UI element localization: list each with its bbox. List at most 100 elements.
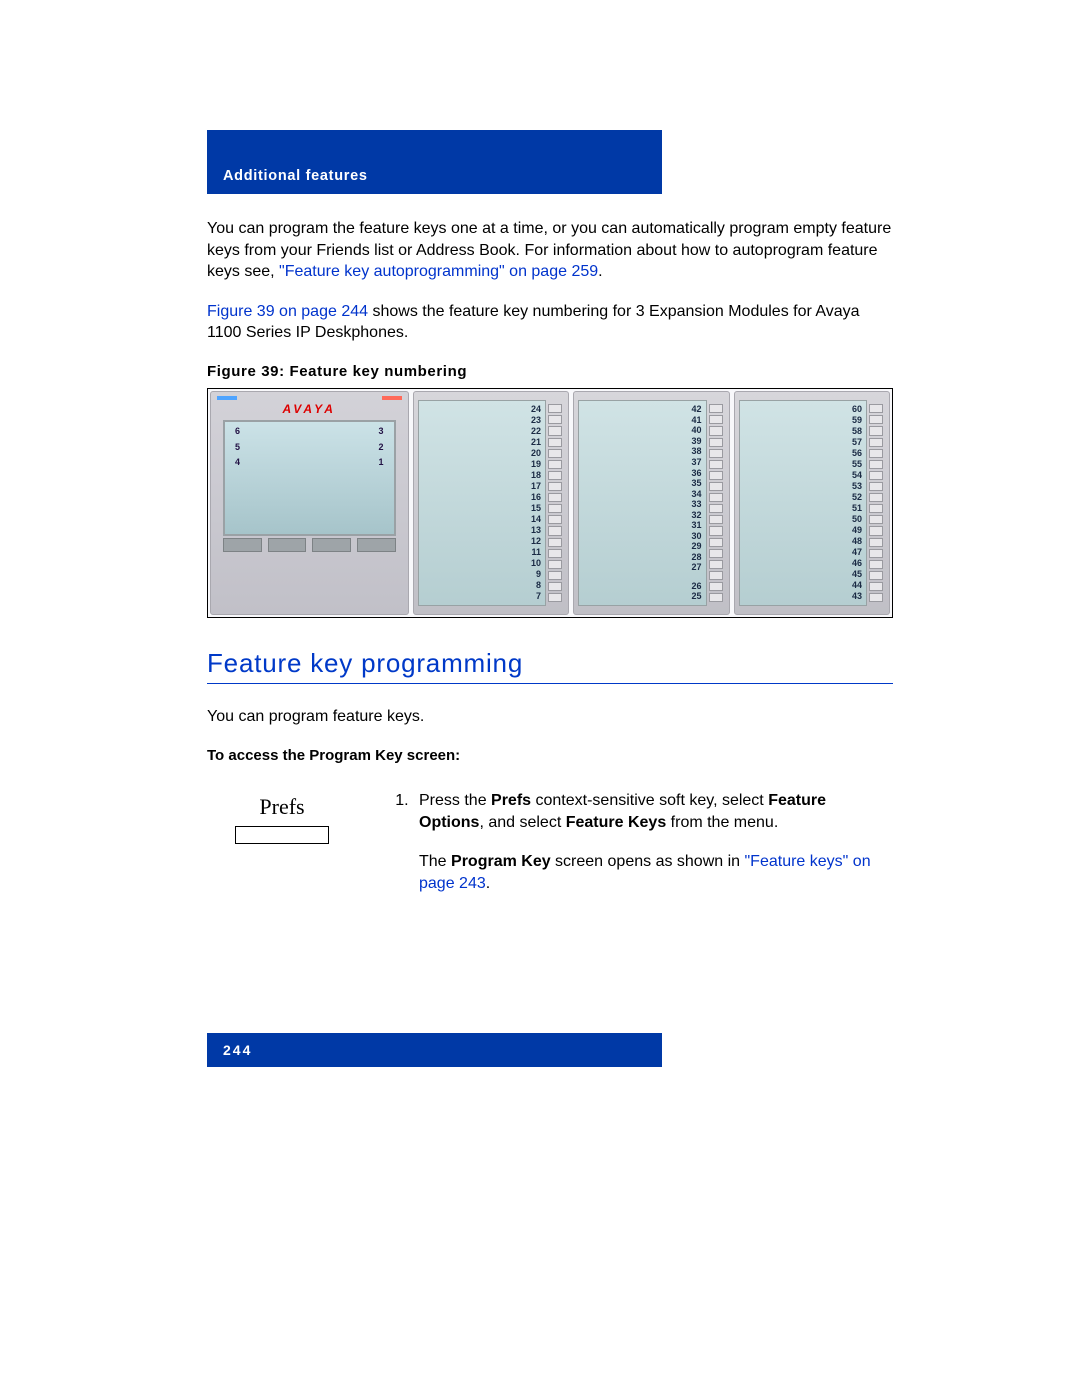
text: screen opens as shown in <box>551 853 745 870</box>
module-key-button <box>709 515 723 524</box>
key-num: 56 <box>852 449 862 458</box>
module-key-button <box>709 404 723 413</box>
key-num: 54 <box>852 471 862 480</box>
footer-bar: 244 <box>207 1033 662 1067</box>
text: The <box>419 853 451 870</box>
module-numbers: 424140393837363534333231302928272625 <box>691 405 701 601</box>
key-num: 5 <box>235 440 240 455</box>
key-num: 41 <box>691 416 701 425</box>
key-num: 21 <box>531 438 541 447</box>
phone-unit: AVAYA 6 5 4 3 2 1 <box>210 391 409 615</box>
module-key-button <box>709 482 723 491</box>
module-key-button <box>548 415 562 424</box>
module-key-button <box>709 504 723 513</box>
key-num: 52 <box>852 493 862 502</box>
module-numbers: 605958575655545352515049484746454443 <box>852 405 862 601</box>
module-key-button <box>869 482 883 491</box>
key-num: 14 <box>531 515 541 524</box>
key-num: 35 <box>691 479 701 488</box>
intro-paragraph-2: Figure 39 on page 244 shows the feature … <box>207 301 893 344</box>
key-num: 18 <box>531 471 541 480</box>
module-strip: 424140393837363534333231302928272625 <box>578 400 707 606</box>
key-num: 60 <box>852 405 862 414</box>
key-num: 51 <box>852 504 862 513</box>
phone-line-numbers: 6 5 4 3 2 1 <box>235 424 384 470</box>
key-num: 42 <box>691 405 701 414</box>
key-num: 55 <box>852 460 862 469</box>
key-num: 6 <box>235 424 240 439</box>
module-key-button <box>869 571 883 580</box>
key-num: 58 <box>852 427 862 436</box>
module-key-button <box>548 515 562 524</box>
module-key-button <box>548 571 562 580</box>
key-num: 16 <box>531 493 541 502</box>
module-key-button <box>709 538 723 547</box>
key-num: 2 <box>378 440 383 455</box>
module-key-button <box>869 415 883 424</box>
key-num: 7 <box>531 592 541 601</box>
step-row: Prefs Press the Prefs context-sensitive … <box>207 790 893 912</box>
key-num: 31 <box>691 521 701 530</box>
prefs-label: Prefs <box>207 792 357 822</box>
key-num: 24 <box>531 405 541 414</box>
module-key-button <box>548 593 562 602</box>
module-key-button <box>869 582 883 591</box>
key-num: 20 <box>531 449 541 458</box>
module-key-button <box>548 504 562 513</box>
module-key-button <box>869 438 883 447</box>
key-num: 37 <box>691 458 701 467</box>
module-key-button <box>709 493 723 502</box>
module-key-button <box>709 526 723 535</box>
key-num: 30 <box>691 532 701 541</box>
module-key-button <box>548 460 562 469</box>
document-page: Additional features You can program the … <box>195 0 905 1227</box>
module-key-button <box>869 493 883 502</box>
key-num: 36 <box>691 469 701 478</box>
key-num: 45 <box>852 570 862 579</box>
module-key-button <box>869 515 883 524</box>
section-subhead: To access the Program Key screen: <box>207 746 893 766</box>
module-key-button <box>869 449 883 458</box>
link-autoprogramming[interactable]: "Feature key autoprogramming" on page 25… <box>279 263 598 280</box>
header-bar: Additional features <box>207 130 662 194</box>
module-key-button <box>548 404 562 413</box>
intro-paragraph-1: You can program the feature keys one at … <box>207 218 893 283</box>
key-num: 13 <box>531 526 541 535</box>
module-key-button <box>709 471 723 480</box>
module-keys <box>707 400 725 606</box>
softkey-button-icon <box>235 826 329 844</box>
key-num: 39 <box>691 437 701 446</box>
module-numbers: 242322212019181716151413121110987 <box>531 405 541 601</box>
text: . <box>486 875 490 892</box>
module-key-button <box>869 504 883 513</box>
phone-tab-right <box>382 396 402 400</box>
module-key-button <box>548 471 562 480</box>
module-key-button <box>709 460 723 469</box>
text: context-sensitive soft key, select <box>531 792 768 809</box>
link-figure-ref[interactable]: Figure 39 on page 244 <box>207 303 368 320</box>
module-key-button <box>869 404 883 413</box>
key-num: 10 <box>531 559 541 568</box>
module-key-button <box>869 471 883 480</box>
module-keys <box>546 400 564 606</box>
key-num: 48 <box>852 537 862 546</box>
phone-tab-left <box>217 396 237 400</box>
text: , and select <box>479 814 565 831</box>
key-num: 22 <box>531 427 541 436</box>
phone-brand: AVAYA <box>211 401 408 417</box>
key-num: 43 <box>852 592 862 601</box>
ui-term: Prefs <box>491 792 531 809</box>
key-num: 17 <box>531 482 541 491</box>
key-num: 44 <box>852 581 862 590</box>
key-num: 33 <box>691 500 701 509</box>
page-body: You can program the feature keys one at … <box>195 194 905 913</box>
prefs-softkey-illustration: Prefs <box>207 790 357 844</box>
step-1: Press the Prefs context-sensitive soft k… <box>413 790 893 894</box>
module-key-button <box>548 538 562 547</box>
module-key-button <box>548 449 562 458</box>
key-num: 59 <box>852 416 862 425</box>
phone-softkeys <box>223 538 396 552</box>
section-heading: Feature key programming <box>207 646 893 684</box>
key-num: 12 <box>531 537 541 546</box>
key-num: 40 <box>691 426 701 435</box>
